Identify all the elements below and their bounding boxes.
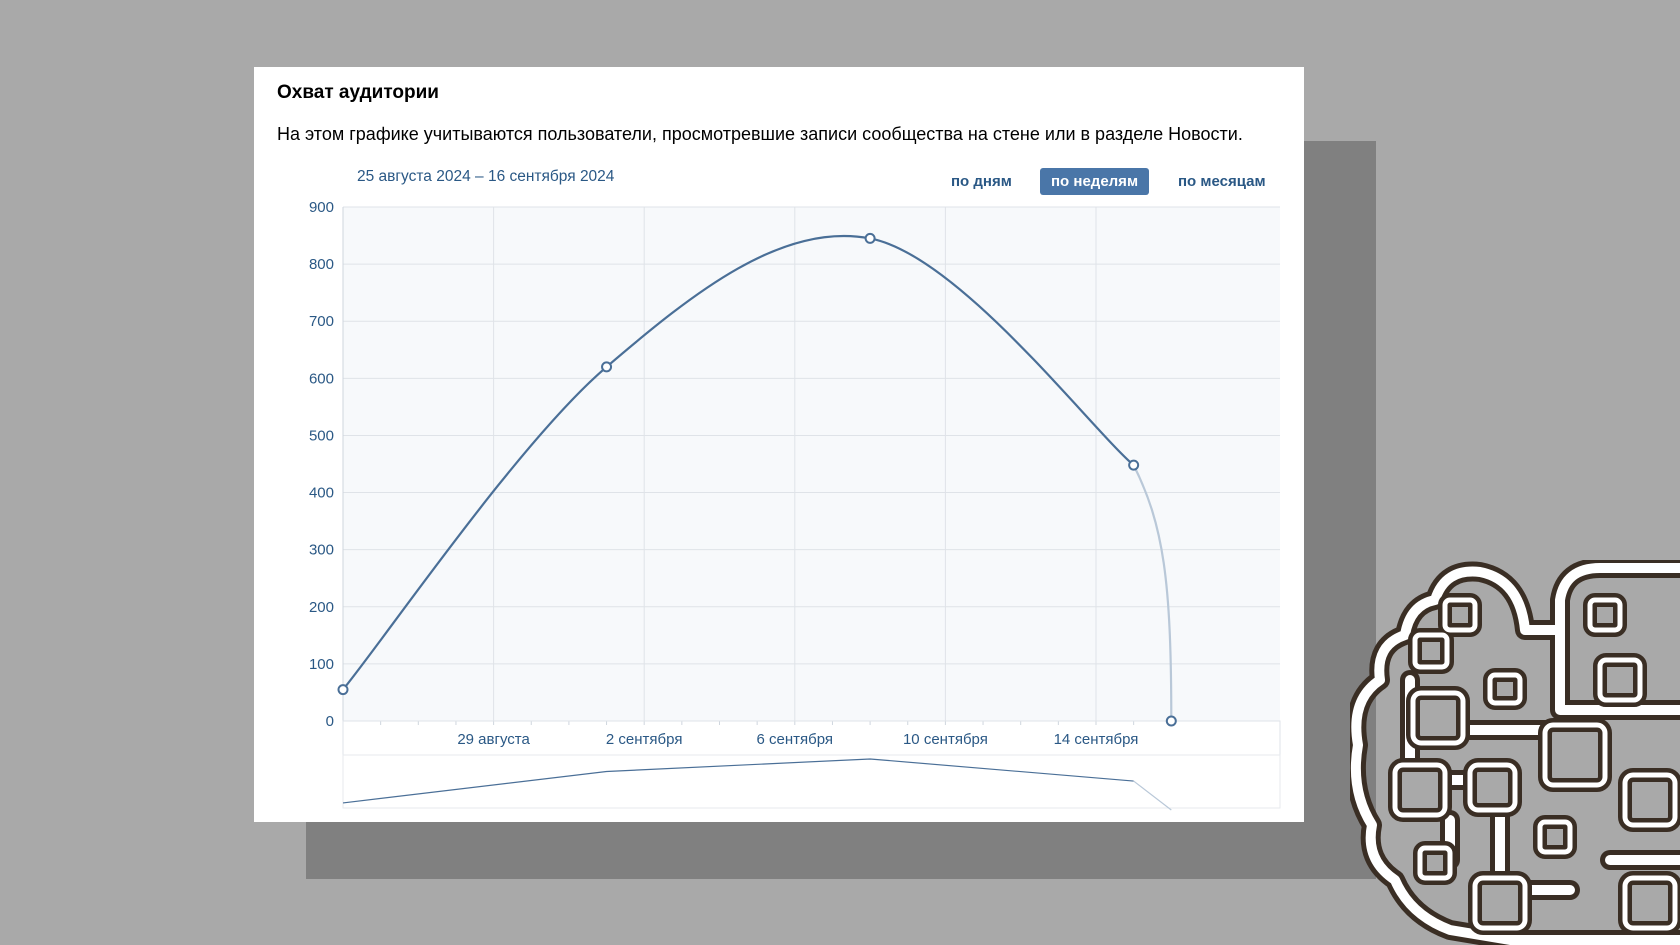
data-point[interactable]: [864, 232, 876, 244]
x-tick-label: 6 сентября: [757, 731, 834, 748]
y-tick-label: 300: [309, 542, 334, 559]
y-tick-label: 900: [309, 199, 334, 216]
y-tick-label: 100: [309, 656, 334, 673]
navigator-panel[interactable]: [342, 754, 1281, 809]
x-axis-ticks: 29 августа 2 сентября 6 сентября 10 сентябр…: [342, 721, 1172, 748]
y-tick-label: 200: [309, 599, 334, 616]
y-tick-label: 600: [309, 370, 334, 387]
y-axis-ticks: 900 800 700 600 500 400 300 200 100 0: [309, 199, 334, 730]
audience-reach-card: Охват аудитории На этом графике учитываю…: [254, 67, 1304, 822]
data-point[interactable]: [1128, 459, 1140, 471]
reach-line-chart[interactable]: 9008007006005004003002001000 29 августа 2…: [254, 67, 1304, 822]
x-tick-label: 14 сентября: [1054, 731, 1139, 748]
x-tick-label: 10 сентября: [903, 731, 988, 748]
y-tick-label: 0: [326, 713, 334, 730]
data-point[interactable]: [1165, 715, 1177, 727]
y-tick-label: 400: [309, 485, 334, 502]
data-point[interactable]: [601, 361, 613, 373]
data-point[interactable]: [337, 684, 349, 696]
y-tick-label: 800: [309, 256, 334, 273]
y-tick-label: 700: [309, 313, 334, 330]
plot-area: [343, 207, 1280, 721]
x-tick-label: 29 августа: [457, 731, 530, 748]
y-tick-label: 500: [309, 427, 334, 444]
x-tick-label: 2 сентября: [606, 731, 683, 748]
circuit-brain-logo: [1350, 560, 1680, 945]
